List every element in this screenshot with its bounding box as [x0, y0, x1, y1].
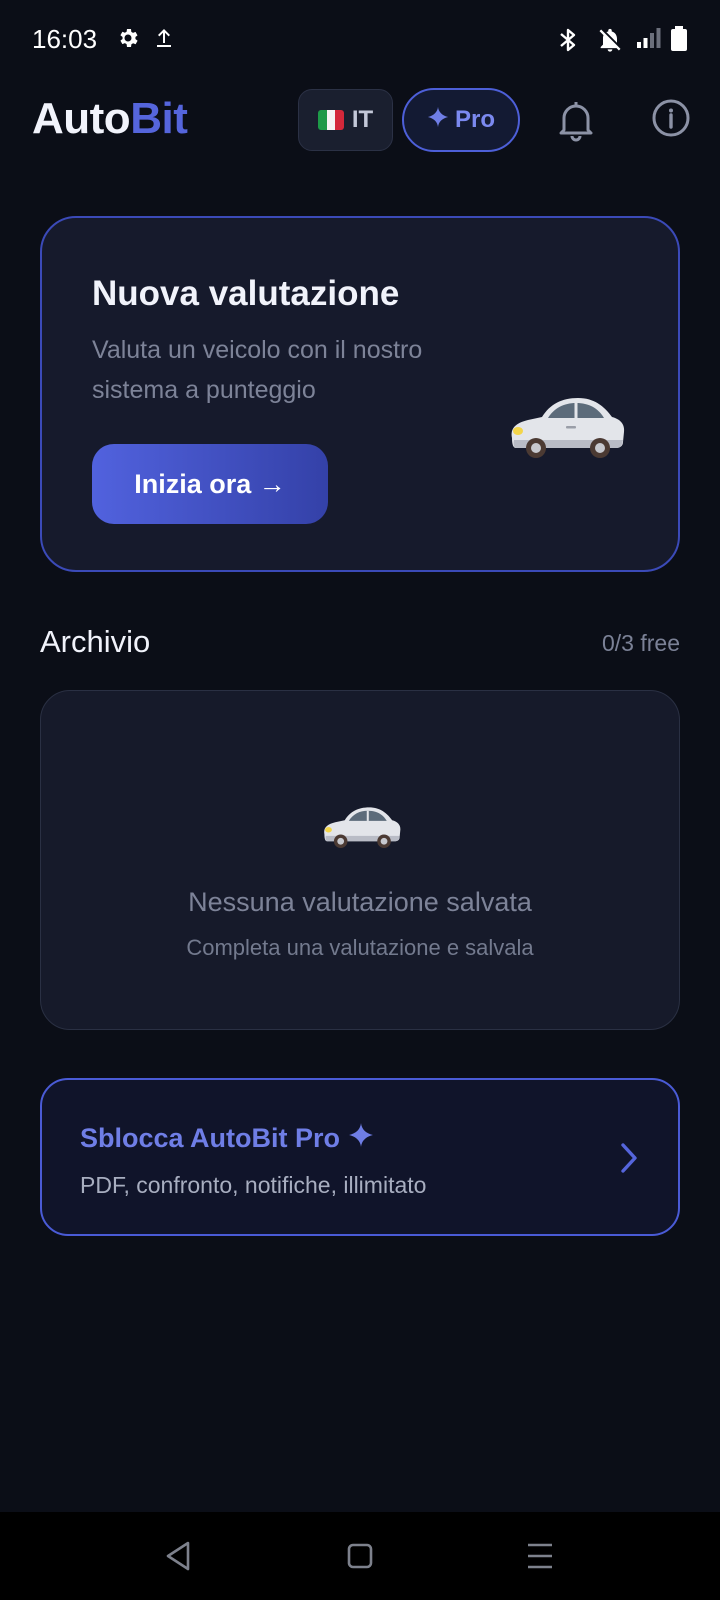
status-bar: 16:03 — [0, 0, 720, 80]
empty-state-title: Nessuna valutazione salvata — [188, 887, 532, 917]
new-evaluation-card: Nuova valutazione Valuta un veicolo con … — [40, 216, 680, 572]
back-icon[interactable] — [164, 1540, 192, 1577]
notifications-off-icon — [596, 26, 624, 59]
unlock-pro-subtitle: PDF, confronto, notifiche, illimitato — [80, 1172, 427, 1198]
archive-title: Archivio — [40, 624, 151, 659]
pro-button[interactable]: Pro — [402, 88, 520, 152]
signal-icon — [636, 26, 662, 55]
unlock-pro-card[interactable]: Sblocca AutoBit Pro PDF, confronto, noti… — [40, 1078, 680, 1236]
app-screen: 16:03 AutoBit IT Pro Nuova valutazione V… — [0, 0, 720, 1600]
start-button[interactable]: Inizia ora → — [92, 444, 328, 524]
sparkle-icon — [348, 1122, 374, 1155]
chevron-right-icon — [618, 1142, 640, 1179]
menu-icon[interactable] — [526, 1540, 554, 1577]
flag-italy-icon — [317, 110, 344, 130]
car-icon — [319, 799, 403, 856]
home-icon[interactable] — [346, 1540, 374, 1577]
app-header: AutoBit IT Pro — [0, 80, 720, 158]
language-label: IT — [351, 106, 374, 133]
battery-icon — [670, 26, 688, 57]
bell-icon[interactable] — [556, 98, 596, 147]
status-time: 16:03 — [32, 24, 98, 54]
upload-icon — [152, 26, 176, 55]
logo-text-auto: Auto — [32, 94, 131, 143]
sparkle-icon — [427, 106, 449, 135]
archive-empty-card: Nessuna valutazione salvata Completa una… — [40, 690, 680, 1030]
evaluation-title: Nuova valutazione — [92, 274, 400, 313]
app-logo: AutoBit — [32, 94, 188, 144]
unlock-pro-title-row: Sblocca AutoBit Pro — [80, 1122, 374, 1155]
gear-icon — [116, 26, 140, 55]
info-icon[interactable] — [651, 98, 691, 143]
bluetooth-icon — [556, 26, 580, 59]
empty-state-subtitle: Completa una valutazione e salvala — [186, 935, 534, 960]
logo-text-bit: Bit — [130, 94, 188, 143]
pro-label: Pro — [454, 106, 495, 133]
car-icon — [504, 386, 628, 467]
language-button[interactable]: IT — [298, 89, 393, 151]
evaluation-subtitle: Valuta un veicolo con il nostro sistema … — [92, 336, 423, 404]
archive-count: 0/3 free — [602, 630, 680, 656]
system-nav-bar — [0, 1512, 720, 1600]
unlock-pro-title: Sblocca AutoBit Pro — [80, 1123, 341, 1153]
